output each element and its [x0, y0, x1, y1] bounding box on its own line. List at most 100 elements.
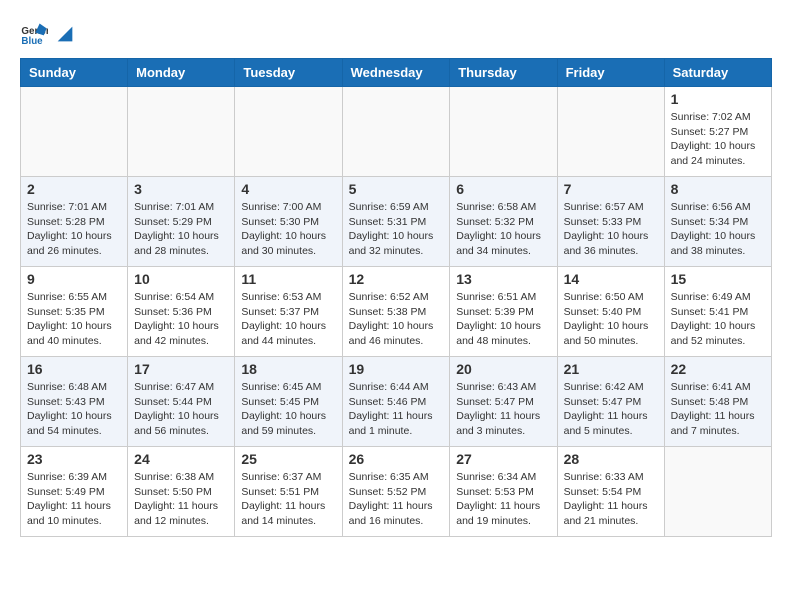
calendar-cell: 28Sunrise: 6:33 AM Sunset: 5:54 PM Dayli… [557, 447, 664, 537]
calendar-cell: 20 Sunrise: 6:43 AM Sunset: 5:47 PM Dayli… [450, 357, 557, 447]
day-number: 17 [134, 361, 228, 377]
day-info: Sunrise: 6:48 AM Sunset: 5:43 PM Dayligh… [27, 380, 121, 439]
day-info: Sunrise: 6:34 AM Sunset: 5:53 PM Dayligh… [456, 470, 550, 529]
day-info: Sunrise: 6:39 AM Sunset: 5:49 PM Dayligh… [27, 470, 121, 529]
day-number: 4 [241, 181, 335, 197]
calendar-cell: 12 Sunrise: 6:52 AM Sunset: 5:38 PM Dayli… [342, 267, 450, 357]
calendar-cell: 14 Sunrise: 6:50 AM Sunset: 5:40 PM Dayli… [557, 267, 664, 357]
calendar-cell: 4 Sunrise: 7:00 AM Sunset: 5:30 PM Daylig… [235, 177, 342, 267]
day-number: 12 [349, 271, 444, 287]
calendar-cell: 16 Sunrise: 6:48 AM Sunset: 5:43 PM Dayli… [21, 357, 128, 447]
day-number: 27 [456, 451, 550, 467]
day-number: 24 [134, 451, 228, 467]
day-number: 6 [456, 181, 550, 197]
weekday-header-saturday: Saturday [664, 59, 771, 87]
day-number: 26 [349, 451, 444, 467]
day-info: Sunrise: 6:44 AM Sunset: 5:46 PM Dayligh… [349, 380, 444, 439]
day-info: Sunrise: 6:38 AM Sunset: 5:50 PM Dayligh… [134, 470, 228, 529]
calendar-cell [557, 87, 664, 177]
weekday-header-sunday: Sunday [21, 59, 128, 87]
day-info: Sunrise: 6:54 AM Sunset: 5:36 PM Dayligh… [134, 290, 228, 349]
calendar-cell: 23 Sunrise: 6:39 AM Sunset: 5:49 PM Dayli… [21, 447, 128, 537]
week-row-3: 9 Sunrise: 6:55 AM Sunset: 5:35 PM Daylig… [21, 267, 772, 357]
day-info: Sunrise: 6:37 AM Sunset: 5:51 PM Dayligh… [241, 470, 335, 529]
page-header: General Blue [20, 20, 772, 48]
calendar-cell: 6 Sunrise: 6:58 AM Sunset: 5:32 PM Daylig… [450, 177, 557, 267]
calendar-cell: 9 Sunrise: 6:55 AM Sunset: 5:35 PM Daylig… [21, 267, 128, 357]
day-info: Sunrise: 6:43 AM Sunset: 5:47 PM Dayligh… [456, 380, 550, 439]
day-number: 23 [27, 451, 121, 467]
calendar-cell: 8Sunrise: 6:56 AM Sunset: 5:34 PM Daylig… [664, 177, 771, 267]
calendar-cell: 5Sunrise: 6:59 AM Sunset: 5:31 PM Daylig… [342, 177, 450, 267]
day-number: 19 [349, 361, 444, 377]
day-info: Sunrise: 6:41 AM Sunset: 5:48 PM Dayligh… [671, 380, 765, 439]
day-info: Sunrise: 6:45 AM Sunset: 5:45 PM Dayligh… [241, 380, 335, 439]
day-number: 18 [241, 361, 335, 377]
day-number: 9 [27, 271, 121, 287]
calendar-cell: 19 Sunrise: 6:44 AM Sunset: 5:46 PM Dayli… [342, 357, 450, 447]
weekday-header-wednesday: Wednesday [342, 59, 450, 87]
calendar-cell [235, 87, 342, 177]
day-info: Sunrise: 7:01 AM Sunset: 5:28 PM Dayligh… [27, 200, 121, 259]
day-number: 14 [564, 271, 658, 287]
day-number: 22 [671, 361, 765, 377]
weekday-header-friday: Friday [557, 59, 664, 87]
calendar-cell: 18 Sunrise: 6:45 AM Sunset: 5:45 PM Dayli… [235, 357, 342, 447]
day-info: Sunrise: 6:55 AM Sunset: 5:35 PM Dayligh… [27, 290, 121, 349]
day-info: Sunrise: 6:50 AM Sunset: 5:40 PM Dayligh… [564, 290, 658, 349]
calendar-cell: 17 Sunrise: 6:47 AM Sunset: 5:44 PM Dayli… [128, 357, 235, 447]
day-info: Sunrise: 7:01 AM Sunset: 5:29 PM Dayligh… [134, 200, 228, 259]
day-info: Sunrise: 6:53 AM Sunset: 5:37 PM Dayligh… [241, 290, 335, 349]
calendar-cell: 24 Sunrise: 6:38 AM Sunset: 5:50 PM Dayli… [128, 447, 235, 537]
day-info: Sunrise: 7:02 AM Sunset: 5:27 PM Dayligh… [671, 110, 765, 169]
day-number: 3 [134, 181, 228, 197]
calendar-cell: 25 Sunrise: 6:37 AM Sunset: 5:51 PM Dayli… [235, 447, 342, 537]
week-row-5: 23 Sunrise: 6:39 AM Sunset: 5:49 PM Dayli… [21, 447, 772, 537]
calendar-cell: 2 Sunrise: 7:01 AM Sunset: 5:28 PM Daylig… [21, 177, 128, 267]
day-number: 7 [564, 181, 658, 197]
week-row-4: 16 Sunrise: 6:48 AM Sunset: 5:43 PM Dayli… [21, 357, 772, 447]
day-number: 2 [27, 181, 121, 197]
day-number: 1 [671, 91, 765, 107]
day-number: 10 [134, 271, 228, 287]
day-info: Sunrise: 6:35 AM Sunset: 5:52 PM Dayligh… [349, 470, 444, 529]
day-info: Sunrise: 6:42 AM Sunset: 5:47 PM Dayligh… [564, 380, 658, 439]
day-number: 21 [564, 361, 658, 377]
calendar-cell: 3 Sunrise: 7:01 AM Sunset: 5:29 PM Daylig… [128, 177, 235, 267]
calendar-cell [450, 87, 557, 177]
day-number: 13 [456, 271, 550, 287]
calendar-cell: 11 Sunrise: 6:53 AM Sunset: 5:37 PM Dayli… [235, 267, 342, 357]
calendar-cell [128, 87, 235, 177]
day-info: Sunrise: 6:58 AM Sunset: 5:32 PM Dayligh… [456, 200, 550, 259]
calendar-cell: 26 Sunrise: 6:35 AM Sunset: 5:52 PM Dayli… [342, 447, 450, 537]
day-info: Sunrise: 6:47 AM Sunset: 5:44 PM Dayligh… [134, 380, 228, 439]
calendar-cell: 15 Sunrise: 6:49 AM Sunset: 5:41 PM Dayli… [664, 267, 771, 357]
calendar-cell: 7 Sunrise: 6:57 AM Sunset: 5:33 PM Daylig… [557, 177, 664, 267]
calendar-cell: 1 Sunrise: 7:02 AM Sunset: 5:27 PM Daylig… [664, 87, 771, 177]
day-info: Sunrise: 6:49 AM Sunset: 5:41 PM Dayligh… [671, 290, 765, 349]
day-number: 11 [241, 271, 335, 287]
calendar-cell: 21 Sunrise: 6:42 AM Sunset: 5:47 PM Dayli… [557, 357, 664, 447]
day-info: Sunrise: 6:52 AM Sunset: 5:38 PM Dayligh… [349, 290, 444, 349]
day-info: Sunrise: 6:51 AM Sunset: 5:39 PM Dayligh… [456, 290, 550, 349]
day-number: 15 [671, 271, 765, 287]
calendar-cell [342, 87, 450, 177]
day-number: 20 [456, 361, 550, 377]
weekday-header-tuesday: Tuesday [235, 59, 342, 87]
day-number: 25 [241, 451, 335, 467]
weekday-header-row: SundayMondayTuesdayWednesdayThursdayFrid… [21, 59, 772, 87]
day-info: Sunrise: 6:57 AM Sunset: 5:33 PM Dayligh… [564, 200, 658, 259]
svg-text:Blue: Blue [21, 36, 43, 47]
day-info: Sunrise: 7:00 AM Sunset: 5:30 PM Dayligh… [241, 200, 335, 259]
day-number: 16 [27, 361, 121, 377]
logo: General Blue [20, 20, 78, 48]
logo-icon: General Blue [20, 20, 48, 48]
day-info: Sunrise: 6:59 AM Sunset: 5:31 PM Dayligh… [349, 200, 444, 259]
day-info: Sunrise: 6:56 AM Sunset: 5:34 PM Dayligh… [671, 200, 765, 259]
day-info: Sunrise: 6:33 AM Sunset: 5:54 PM Dayligh… [564, 470, 658, 529]
calendar-cell: 10 Sunrise: 6:54 AM Sunset: 5:36 PM Dayli… [128, 267, 235, 357]
calendar-cell [664, 447, 771, 537]
calendar-cell: 13 Sunrise: 6:51 AM Sunset: 5:39 PM Dayli… [450, 267, 557, 357]
week-row-1: 1 Sunrise: 7:02 AM Sunset: 5:27 PM Daylig… [21, 87, 772, 177]
logo-triangle-icon [54, 23, 76, 45]
